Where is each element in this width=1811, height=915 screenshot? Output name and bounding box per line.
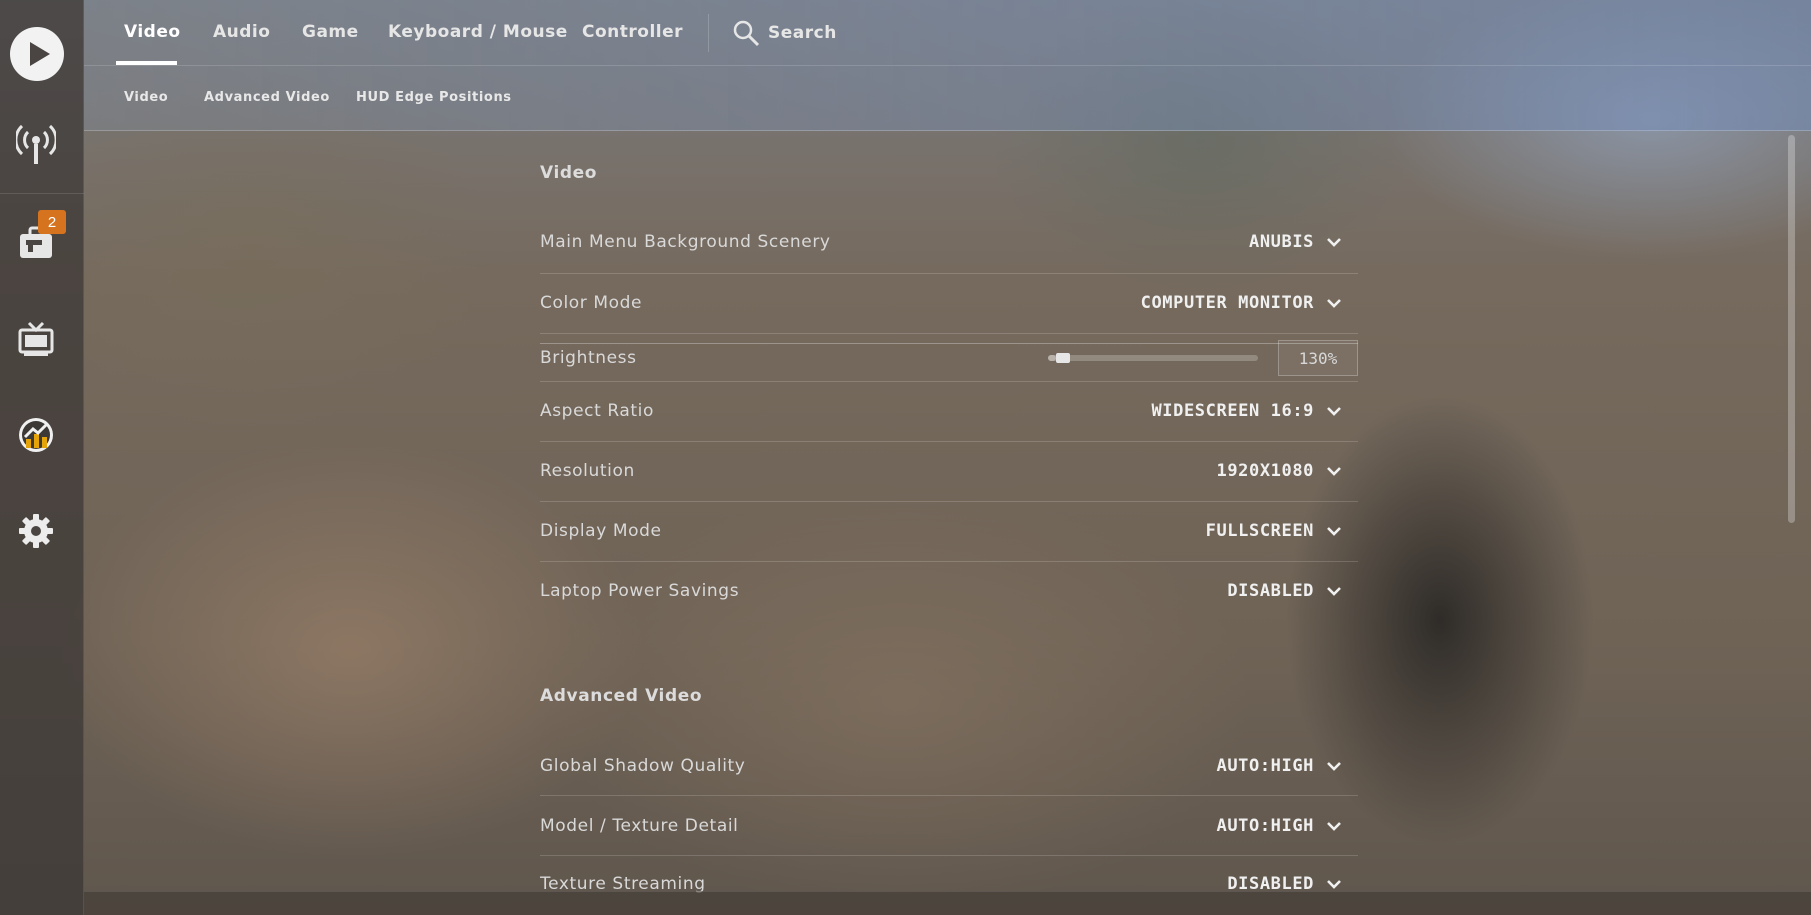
active-tab-indicator [116,61,177,65]
color-mode-dropdown[interactable]: COMPUTER MONITOR [1141,293,1342,313]
dropdown-value: 1920X1080 [1216,461,1314,481]
search-button[interactable]: Search [732,18,837,48]
model-texture-detail-dropdown[interactable]: AUTO:HIGH [1216,816,1342,836]
tab-audio[interactable]: Audio [213,22,270,46]
setting-label: Display Mode [540,521,662,541]
resolution-dropdown[interactable]: 1920X1080 [1216,461,1342,481]
notification-badge: 2 [38,210,66,234]
setting-label: Main Menu Background Scenery [540,232,831,252]
setting-label: Model / Texture Detail [540,816,739,836]
chevron-down-icon [1327,238,1341,247]
dropdown-value: AUTO:HIGH [1216,816,1314,836]
tab-video[interactable]: Video [124,22,181,46]
play-button[interactable] [10,27,64,81]
tab-divider [708,14,709,52]
subtab-video[interactable]: Video [124,90,168,108]
tv-icon [18,321,54,356]
dropdown-value: COMPUTER MONITOR [1140,293,1314,313]
laptop-power-savings-dropdown[interactable]: DISABLED [1227,581,1342,601]
dropdown-value: DISABLED [1227,581,1314,601]
dropdown-value: ANUBIS [1248,232,1314,252]
dropdown-value: AUTO:HIGH [1216,756,1314,776]
setting-row-aspect-ratio: Aspect Ratio WIDESCREEN 16:9 [540,382,1358,442]
display-mode-dropdown[interactable]: FULLSCREEN [1206,521,1342,541]
setting-label: Laptop Power Savings [540,581,740,601]
setting-label: Brightness [540,348,637,368]
chevron-down-icon [1327,407,1341,416]
setting-row-model-texture-detail: Model / Texture Detail AUTO:HIGH [540,796,1358,856]
main-tabs: Video Audio Game Keyboard / Mouse Contro… [84,0,1811,66]
rail-divider [0,193,84,194]
tv-button[interactable] [12,315,60,363]
scrollbar[interactable] [1788,135,1795,523]
dropdown-value: WIDESCREEN 16:9 [1151,401,1314,421]
background-scenery-dropdown[interactable]: ANUBIS [1249,232,1342,252]
left-nav-rail: 2 [0,0,84,915]
setting-row-color-mode: Color Mode COMPUTER MONITOR [540,274,1358,334]
tab-game[interactable]: Game [302,22,359,46]
search-label: Search [768,23,837,43]
section-title-video: Video [540,163,598,183]
setting-row-laptop-power-savings: Laptop Power Savings DISABLED [540,562,1358,622]
settings-top-bar: Video Audio Game Keyboard / Mouse Contro… [84,0,1811,131]
dropdown-value: FULLSCREEN [1205,521,1314,541]
chevron-down-icon [1327,467,1341,476]
global-shadow-quality-dropdown[interactable]: AUTO:HIGH [1216,756,1342,776]
play-icon [10,27,64,81]
chevron-down-icon [1327,762,1341,771]
chevron-down-icon [1327,880,1341,889]
section-title-advanced-video: Advanced Video [540,686,703,706]
setting-label: Global Shadow Quality [540,756,746,776]
setting-label: Color Mode [540,293,643,313]
chevron-down-icon [1327,299,1341,308]
setting-row-main-menu-background-scenery: Main Menu Background Scenery ANUBIS [540,214,1358,274]
slider-fill [1048,355,1056,361]
tab-keyboard-mouse[interactable]: Keyboard / Mouse [388,22,568,46]
setting-row-resolution: Resolution 1920X1080 [540,442,1358,502]
tab-controller[interactable]: Controller [582,22,683,46]
search-icon [733,20,760,47]
setting-row-brightness: Brightness 130% [540,334,1358,382]
setting-label: Aspect Ratio [540,401,654,421]
gear-icon [19,514,53,548]
stats-icon [19,418,53,452]
chevron-down-icon [1327,822,1341,831]
setting-row-display-mode: Display Mode FULLSCREEN [540,502,1358,562]
chevron-down-icon [1327,587,1341,596]
watch-broadcast-button[interactable] [12,120,60,168]
setting-row-global-shadow-quality: Global Shadow Quality AUTO:HIGH [540,736,1358,796]
settings-button[interactable] [12,507,60,555]
bottom-bar [84,891,1811,915]
slider-thumb[interactable] [1056,353,1070,363]
subtab-advanced-video[interactable]: Advanced Video [204,90,330,108]
stats-button[interactable] [12,411,60,459]
broadcast-icon [16,124,56,164]
brightness-value-input[interactable]: 130% [1278,340,1358,376]
brightness-slider[interactable] [1048,353,1258,363]
subtab-hud-edge-positions[interactable]: HUD Edge Positions [356,90,512,108]
aspect-ratio-dropdown[interactable]: WIDESCREEN 16:9 [1151,401,1342,421]
chevron-down-icon [1327,527,1341,536]
setting-label: Resolution [540,461,635,481]
